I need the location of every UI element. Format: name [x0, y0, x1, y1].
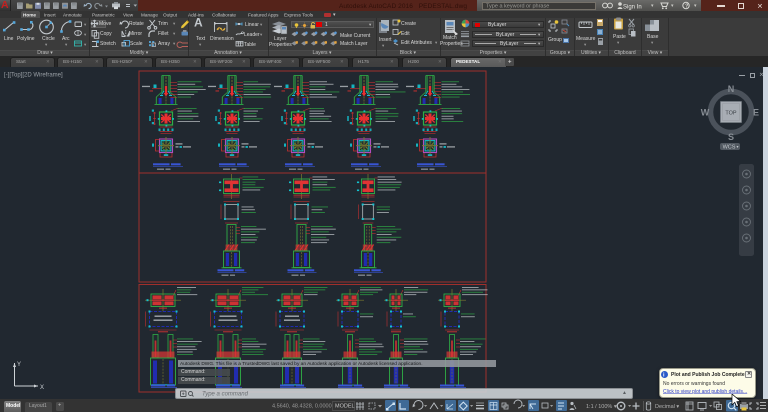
svg-text:E: E	[753, 108, 759, 118]
svg-text:W: W	[701, 108, 710, 118]
svg-text:X: X	[40, 385, 44, 391]
svg-text:▾: ▾	[737, 144, 739, 149]
svg-text:Y: Y	[17, 362, 21, 368]
svg-text:N: N	[728, 84, 735, 94]
svg-text:S: S	[728, 132, 734, 142]
svg-text:TOP: TOP	[725, 111, 737, 117]
svg-text:WCS: WCS	[723, 145, 736, 151]
